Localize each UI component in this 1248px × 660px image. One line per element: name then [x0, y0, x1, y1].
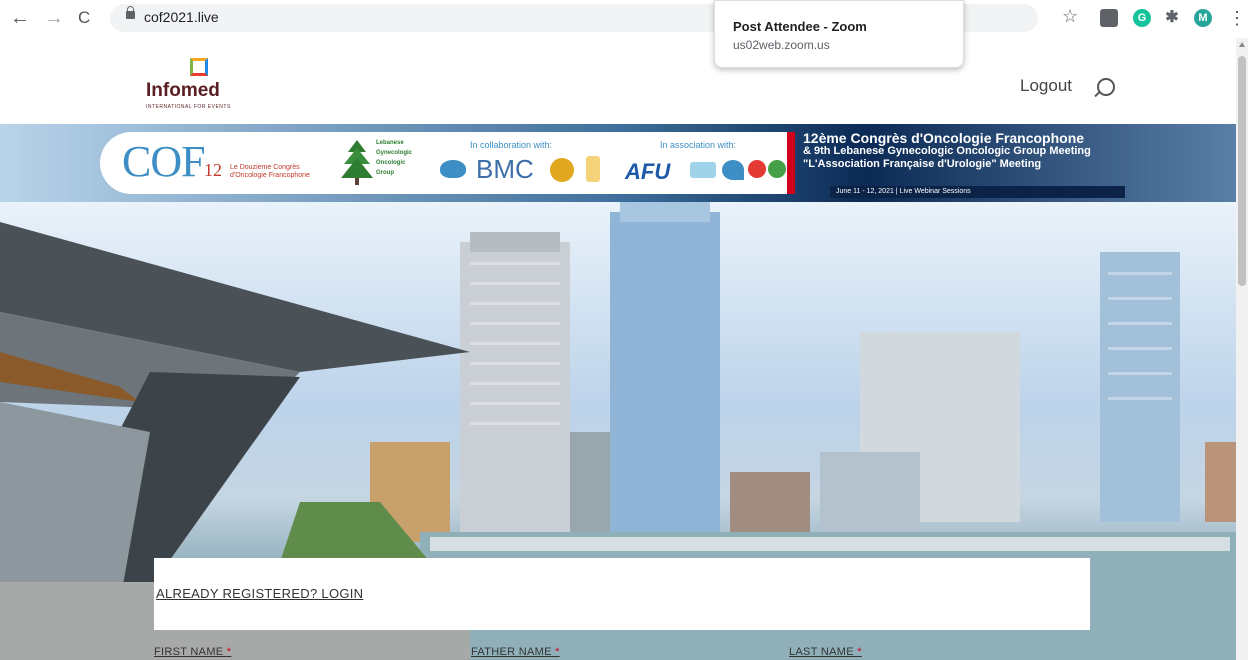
lgog-line-2: Gynecologic [376, 150, 413, 156]
collaboration-label: In collaboration with: [470, 140, 553, 150]
cof-number: 12 [204, 160, 222, 180]
wave-logo-icon [722, 160, 744, 180]
logo-mark-icon [190, 58, 208, 76]
menu-icon[interactable]: ⋮ [1228, 6, 1246, 30]
gold-seal-icon [550, 158, 574, 182]
login-panel: ALREADY REGISTERED? LOGIN [154, 558, 1090, 630]
logout-link[interactable]: Logout [1020, 76, 1072, 96]
forward-icon[interactable]: → [44, 6, 64, 30]
last-name-label: LAST NAME * [789, 646, 862, 658]
association-label: In association with: [660, 140, 737, 150]
cof-subtitle: Le Douzieme Congrès d'Oncologie Francoph… [230, 164, 310, 180]
scrollbar-thumb[interactable] [1238, 56, 1246, 286]
bmc-logo-icon [440, 160, 466, 178]
lgog-tree-icon [341, 140, 373, 185]
required-marker: * [555, 646, 560, 658]
address-url[interactable]: cof2021.live [144, 9, 219, 25]
required-marker: * [857, 646, 862, 658]
bmc-logo-text: BMC [476, 154, 534, 184]
banner-title-line-3: "L'Association Française d'Urologie" Mee… [803, 158, 1042, 170]
red-society-icon [748, 160, 766, 178]
cof-subtitle-line-2: d'Oncologie Francophone [230, 172, 310, 179]
browser-toolbar: ← → C cof2021.live ☆ G ✱ M ⋮ [0, 0, 1248, 38]
father-name-text: FATHER NAME [471, 646, 552, 658]
crest-icon [586, 156, 600, 182]
tab-tooltip: Post Attendee - Zoom us02web.zoom.us [714, 0, 964, 68]
infomed-logo[interactable]: Infomed INTERNATIONAL FOR EVENTS [146, 58, 230, 114]
extension-icon[interactable] [1100, 9, 1118, 27]
banner-title-line-2: & 9th Lebanese Gynecologic Oncologic Gro… [803, 145, 1091, 157]
page-scrollbar[interactable] [1236, 38, 1248, 660]
lgog-line-1: Lebanese [376, 140, 404, 146]
bookmark-star-icon[interactable]: ☆ [1062, 6, 1078, 27]
last-name-text: LAST NAME [789, 646, 854, 658]
banner-title-line-1: 12ème Congrès d'Oncologie Francophone [803, 130, 1085, 146]
scroll-up-icon[interactable] [1239, 42, 1245, 47]
tooltip-title: Post Attendee - Zoom [733, 19, 867, 34]
first-name-label: FIRST NAME * [154, 646, 231, 658]
back-icon[interactable]: ← [10, 6, 30, 30]
cof-logo: COF [122, 137, 206, 186]
profile-avatar[interactable]: M [1194, 9, 1212, 27]
site-header: Infomed INTERNATIONAL FOR EVENTS Logout [0, 38, 1236, 124]
reload-icon[interactable]: C [78, 6, 90, 30]
lock-icon[interactable] [126, 6, 135, 19]
search-icon[interactable] [1097, 78, 1115, 96]
lgog-line-3: Oncologic [376, 160, 406, 166]
conference-banner: COF 12 Le Douzieme Congrès d'Oncologie F… [0, 124, 1236, 202]
lgog-text: Lebanese Gynecologic Oncologic Group [376, 138, 412, 178]
banner-date: June 11 - 12, 2021 | Live Webinar Sessio… [830, 186, 1125, 198]
society-badge-icon [690, 162, 716, 178]
logo-tagline: INTERNATIONAL FOR EVENTS [146, 104, 231, 110]
hero-cityscape-image: ALREADY REGISTERED? LOGIN FIRST NAME * F… [0, 202, 1236, 660]
puzzle-extensions-icon[interactable]: ✱ [1163, 9, 1181, 27]
grammarly-icon[interactable]: G [1133, 9, 1151, 27]
banner-divider [787, 132, 795, 194]
father-name-label: FATHER NAME * [471, 646, 560, 658]
tooltip-domain: us02web.zoom.us [733, 38, 830, 52]
logo-text: Infomed [146, 80, 220, 101]
cof-subtitle-line-1: Le Douzieme Congrès [230, 164, 300, 171]
banner-title: 12ème Congrès d'Oncologie Francophone & … [803, 130, 1223, 171]
login-link[interactable]: ALREADY REGISTERED? LOGIN [156, 586, 363, 601]
required-marker: * [226, 646, 232, 658]
lgog-line-4: Group [376, 170, 394, 176]
first-name-text: FIRST NAME [154, 646, 224, 658]
afu-logo: AFU [625, 159, 671, 184]
green-society-icon [768, 160, 786, 178]
